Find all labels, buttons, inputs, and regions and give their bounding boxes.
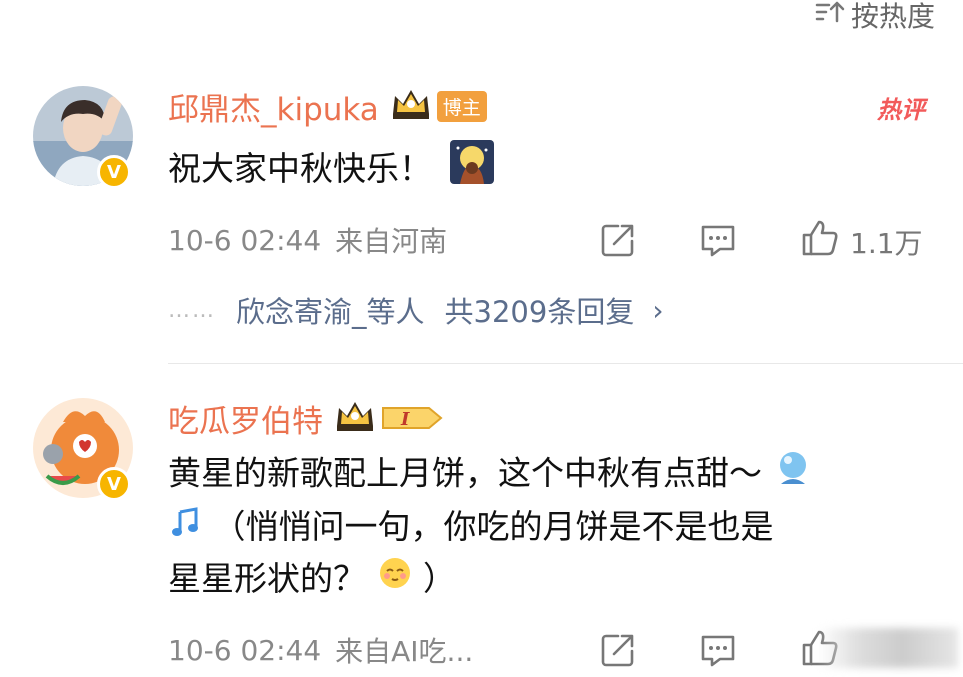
comment-text-body: 祝大家中秋快乐！ — [168, 149, 432, 188]
username[interactable]: 邱鼎杰_kipuka — [168, 84, 379, 129]
share-button[interactable] — [598, 630, 638, 677]
comment-button[interactable] — [698, 220, 738, 267]
divider — [168, 363, 963, 364]
comment-meta: 10-6 02:44 来自河南 — [168, 220, 447, 260]
username[interactable]: 吃瓜罗伯特 — [168, 396, 323, 441]
comment-text-tail: ） — [423, 558, 456, 598]
share-icon — [598, 220, 638, 267]
share-button[interactable] — [598, 220, 638, 267]
like-count: 1.1万 — [850, 226, 923, 260]
sort-icon — [815, 0, 845, 32]
comment-text-line-3: 星星形状的？ — [168, 558, 366, 598]
crown-icon — [333, 398, 377, 438]
role-badge: 博主 — [436, 90, 487, 122]
sort-toggle[interactable]: 按热度 — [815, 0, 935, 33]
comment-line-1: 黄星的新歌配上月饼，这个中秋有点甜～ — [168, 448, 928, 502]
chevron-right-icon: › — [652, 293, 664, 327]
comment-text: 祝大家中秋快乐！ — [168, 140, 494, 198]
comment-icon — [698, 220, 738, 267]
comment-meta: 10-6 02:44 来自AI吃... — [168, 630, 473, 670]
like-button[interactable]: 1.1万 — [800, 218, 923, 265]
reply-count: 共3209条回复 — [444, 295, 635, 329]
reply-names: 欣念寄渝_等人 — [236, 295, 425, 329]
verified-badge: V — [97, 467, 131, 501]
replies-link[interactable]: …… 欣念寄渝_等人 共3209条回复 › — [168, 290, 664, 330]
moon-emoji — [450, 140, 494, 198]
comment-icon — [698, 630, 738, 677]
comment-line-3: 星星形状的？ ） — [168, 554, 928, 606]
crown-icon — [389, 86, 433, 126]
blurred-region — [818, 628, 958, 668]
comment-line-2: （悄悄问一句，你吃的月饼是不是也是 — [168, 502, 928, 554]
level-badge-text: I — [400, 409, 410, 430]
comment-source: 来自AI吃... — [335, 635, 474, 668]
comment-button[interactable] — [698, 630, 738, 677]
comment-time: 10-6 02:44 — [168, 633, 322, 667]
comment-text-line-1: 黄星的新歌配上月饼，这个中秋有点甜～ — [168, 453, 762, 493]
comment-source: 来自河南 — [335, 225, 448, 258]
music-note-icon — [168, 504, 202, 554]
comment-time: 10-6 02:44 — [168, 223, 322, 257]
comment-text: 黄星的新歌配上月饼，这个中秋有点甜～ （悄悄问一句，你吃的月饼是不是也是 星星形… — [168, 448, 928, 605]
shy-face-emoji — [377, 555, 413, 605]
hot-comment-tag: 热评 — [877, 95, 925, 124]
sort-label: 按热度 — [850, 0, 935, 33]
thumbs-up-icon — [800, 218, 840, 265]
reply-dots: …… — [168, 297, 216, 323]
share-icon — [598, 630, 638, 677]
verified-badge: V — [97, 155, 131, 189]
crystal-ball-emoji — [773, 448, 813, 502]
comment-text-line-2: （悄悄问一句，你吃的月饼是不是也是 — [212, 507, 774, 546]
level-badge: I — [381, 402, 445, 434]
